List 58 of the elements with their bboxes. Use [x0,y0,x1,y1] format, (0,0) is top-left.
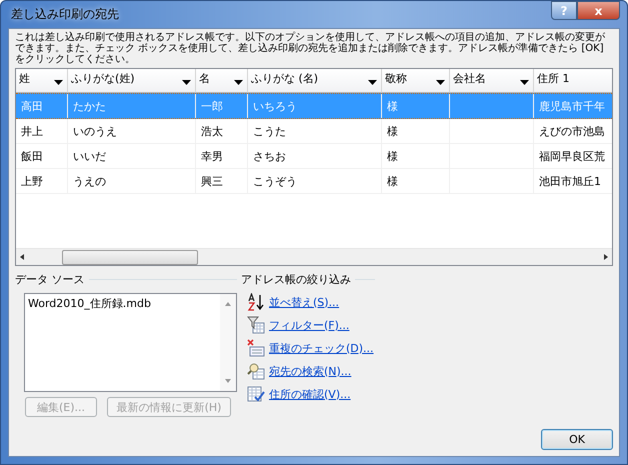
group-label: アドレス帳の絞り込み [241,272,351,287]
dropdown-arrow-icon [368,80,377,85]
vertical-scrollbar[interactable] [220,294,236,391]
table-cell: 様 [382,144,450,168]
filter-icon [247,316,265,334]
column-header[interactable]: ふりがな (名) [248,69,382,93]
column-header[interactable]: 会社名 [450,69,534,93]
table-cell: 様 [382,119,450,143]
table-cell: 鹿児島市千年 [534,94,612,118]
table-cell: 池田市旭丘1 [534,169,612,193]
link[interactable]: 宛先の検索(N)... [269,364,352,378]
table-row[interactable]: 井上 いのうえ 浩太 こうた 様 えびの市池島 [16,119,612,144]
group-label: データ ソース [15,272,84,287]
table-row[interactable]: 飯田 いいだ 幸男 さちお 様 福岡早良区荒 [16,144,612,169]
find-recipient-icon [247,362,265,380]
column-header[interactable]: 敬称 [382,69,450,93]
list-item[interactable]: Word2010_住所録.mdb [28,296,217,311]
description-text: これは差し込み印刷で使用されるアドレス帳です。以下のオプションを使用して、アドレス帳への項目の追加、アドレス帳の変更ができます。また、チェック ボックスを使用して、差し込み印刷の宛先を追加または削除できます。アドレス帳が準備できたら [OK] をクリックしてください。 [15,32,606,65]
table-cell: 興三 [196,169,248,193]
table-cell: いいだ [68,144,196,168]
table-cell: こうた [248,119,382,143]
dropdown-arrow-icon [520,80,529,85]
window-title: 差し込み印刷の宛先 [10,6,119,23]
ok-button[interactable]: OK [541,429,613,450]
link[interactable]: 住所の確認(V)... [269,386,351,402]
dropdown-arrow-icon [54,80,63,85]
dropdown-arrow-icon [182,80,191,85]
table-cell: 上野 [16,169,68,193]
table-row[interactable]: 上野 うえの 興三 こうぞう 様 池田市旭丘1 [16,169,612,194]
table-cell: 様 [382,94,450,118]
table-cell: 高田 [16,94,68,118]
column-header[interactable]: 名 [196,69,248,93]
table-cell: 一郎 [196,94,248,118]
table-cell: えびの市池島 [534,119,612,143]
table-cell: いちろう [248,94,382,118]
dropdown-arrow-icon [436,80,445,85]
table-cell: さちお [248,144,382,168]
table-cell: 幸男 [196,144,248,168]
table-cell: 様 [382,169,450,193]
sort-icon [247,293,265,311]
link[interactable]: 並べ替え(S)... [269,294,340,310]
table-cell: 福岡早良区荒 [534,144,612,168]
table-cell: こうぞう [248,169,382,193]
dropdown-arrow-icon [234,80,243,85]
table-cell: うえの [68,169,196,193]
table-cell: 浩太 [196,119,248,143]
link[interactable]: 重複のチェック(D)... [269,340,374,356]
column-header[interactable]: 姓 [16,69,68,93]
table-cell: いのうえ [68,119,196,143]
validate-address-icon [247,385,265,403]
table-cell: たかた [68,94,196,118]
table-cell: 井上 [16,119,68,143]
link[interactable]: フィルター(F)... [269,318,350,332]
table-cell: 飯田 [16,144,68,168]
scrollbar-thumb[interactable] [62,250,198,265]
column-header[interactable]: ふりがな(姓) [68,69,196,93]
horizontal-scrollbar[interactable] [16,248,612,265]
duplicate-check-icon [247,339,265,357]
